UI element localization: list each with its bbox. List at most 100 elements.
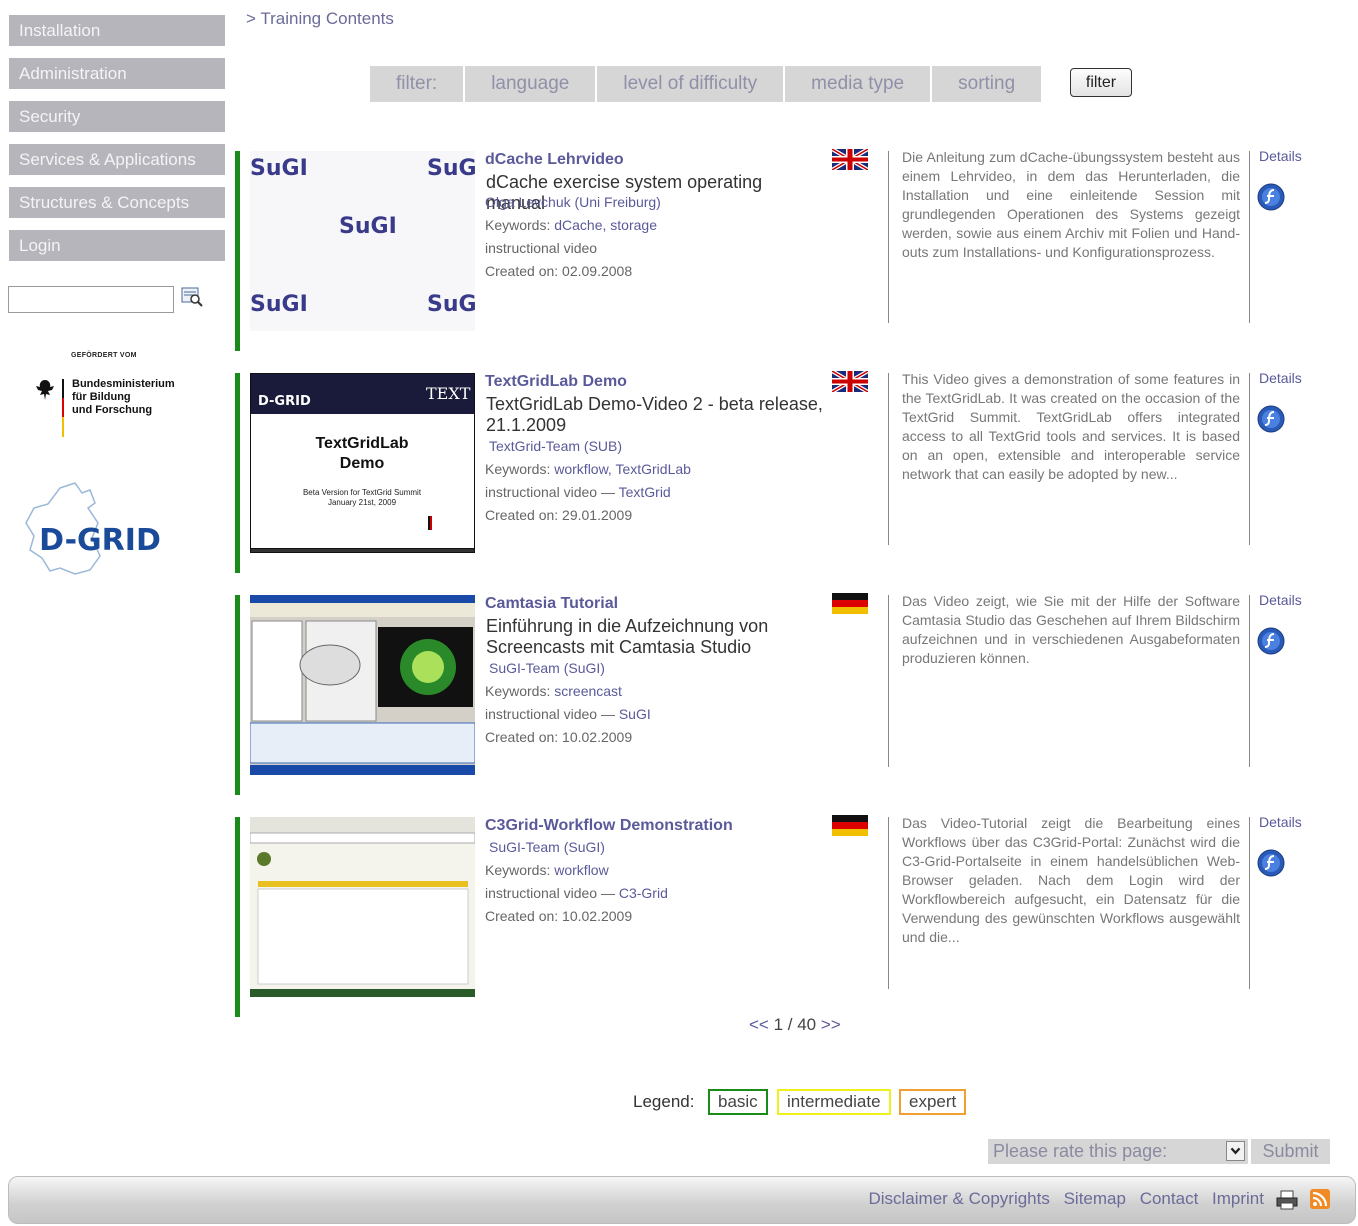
level-indicator [235,817,240,1017]
media-label: instructional video [485,240,598,256]
flash-video-icon[interactable] [1257,849,1285,877]
bmbf-name: Bundesministerium für Bildung und Forsch… [72,378,175,417]
footer-link-imprint[interactable]: Imprint [1212,1189,1264,1208]
svg-text:D-GRID: D-GRID [258,394,311,409]
entry-title[interactable]: dCache Lehrvideo [485,151,624,169]
keywords-link[interactable]: screencast [554,683,622,699]
list-item: D-GRID TEXT TextGridLab Demo Beta Versio… [235,370,1335,573]
bmbf-line1: Bundesministerium [72,378,175,390]
german-flag-icon [832,815,868,836]
entry-media-type: instructional video — SuGI [485,706,651,722]
entry-title[interactable]: Camtasia Tutorial [485,595,618,613]
print-icon[interactable] [1276,1190,1298,1210]
entry-author[interactable]: SuGI-Team (SuGI) [489,660,605,676]
filter-level-of-difficulty[interactable]: level of difficulty [597,66,786,102]
sidebar-item-installation[interactable]: Installation [9,15,225,46]
legend-basic: basic [708,1089,768,1115]
entry-title[interactable]: TextGridLab Demo [485,373,627,391]
rss-icon[interactable] [1310,1189,1330,1209]
flash-video-icon[interactable] [1257,183,1285,211]
submit-button[interactable]: Submit [1251,1139,1330,1164]
filter-language[interactable]: language [465,66,598,102]
media-label: instructional video [485,484,598,500]
entry-media-type: instructional video [485,240,597,256]
footer-link-contact[interactable]: Contact [1140,1189,1199,1208]
sidebar-item-services-applications[interactable]: Services & Applications [9,144,225,175]
media-label: instructional video [485,706,598,722]
divider [1249,373,1250,545]
entry-created: Created on: 10.02.2009 [485,729,633,745]
details-link[interactable]: Details [1259,592,1302,608]
svg-text:SuGI: SuGI [427,156,475,181]
details-link[interactable]: Details [1259,370,1302,386]
pager-prev[interactable]: << [749,1015,769,1034]
legend-expert: expert [899,1089,967,1115]
entry-subtitle: Einführung in die Aufzeichnung von Scree… [486,616,769,657]
keywords-label: Keywords: [485,217,551,233]
divider [1249,151,1250,323]
breadcrumb[interactable]: > Training Contents [246,9,394,29]
svg-text:D-GRID: D-GRID [39,523,161,558]
entry-media-type: instructional video — TextGrid [485,484,671,500]
entry-created: Created on: 02.09.2008 [485,263,633,279]
bmbf-line2: für Bildung [72,391,131,403]
entry-media-type: instructional video — C3-Grid [485,885,668,901]
sidebar-item-administration[interactable]: Administration [9,58,225,89]
sidebar-item-structures-concepts[interactable]: Structures & Concepts [9,187,225,218]
pager-next[interactable]: >> [821,1015,841,1034]
media-link[interactable]: SuGI [619,706,651,722]
entry-description: Das Video-Tutorial zeigt die Bearbeitung… [902,815,1240,945]
entry-description: Die Anleitung zum dCache-übungssystem be… [902,149,1240,260]
divider [888,817,889,989]
media-link[interactable]: TextGrid [619,484,671,500]
svg-text:TEXT: TEXT [426,384,471,403]
search-input[interactable] [8,286,174,313]
divider [888,151,889,323]
video-thumbnail[interactable] [250,595,475,775]
details-link[interactable]: Details [1259,814,1302,830]
svg-text:SuGI: SuGI [427,292,475,317]
level-indicator [235,373,240,573]
filter-media-type[interactable]: media type [785,66,933,102]
keywords-link[interactable]: dCache, storage [554,217,657,233]
video-thumbnail[interactable] [250,817,475,997]
pager-current: 1 / 40 [773,1015,817,1034]
video-thumbnail[interactable]: SuGI SuGI SuGI SuGI SuGI [250,151,475,331]
entry-author[interactable]: Olga Levchuk (Uni Freiburg) [485,194,661,210]
keywords-link[interactable]: workflow [554,862,608,878]
bmbf-line3: und Forschung [72,404,153,416]
media-link[interactable]: C3-Grid [619,885,668,901]
keywords-label: Keywords: [485,862,551,878]
dgrid-logo: D-GRID [25,482,161,575]
entry-author[interactable]: TextGrid-Team (SUB) [489,438,622,454]
chevron-down-icon[interactable] [1226,1141,1245,1161]
english-flag-icon [832,149,868,170]
rating-select[interactable]: Please rate this page: [988,1139,1248,1164]
entry-description: This Video gives a demonstration of some… [902,371,1240,482]
flash-video-icon[interactable] [1257,627,1285,655]
entry-keywords: Keywords: workflow, TextGridLab [485,461,691,477]
svg-text:TextGridLab: TextGridLab [315,435,408,452]
sidebar-item-login[interactable]: Login [9,230,225,261]
divider [888,373,889,545]
filter-label: filter: [370,66,466,102]
legend-intermediate: intermediate [777,1089,891,1115]
entry-title[interactable]: C3Grid-Workflow Demonstration [485,817,733,835]
keywords-link[interactable]: workflow, TextGridLab [554,461,691,477]
entry-keywords: Keywords: screencast [485,683,622,699]
german-flag-icon [832,593,868,614]
sponsor-heading: GEFÖRDERT VOM [71,352,137,359]
filter-button[interactable]: filter [1070,68,1132,97]
entry-created: Created on: 10.02.2009 [485,908,633,924]
footer-links: Disclaimer & Copyrights Sitemap Contact … [859,1189,1264,1209]
details-link[interactable]: Details [1259,148,1302,164]
flash-video-icon[interactable] [1257,405,1285,433]
footer-link-disclaimer[interactable]: Disclaimer & Copyrights [868,1189,1049,1208]
video-thumbnail[interactable]: D-GRID TEXT TextGridLab Demo Beta Versio… [250,373,475,553]
footer-link-sitemap[interactable]: Sitemap [1064,1189,1126,1208]
sidebar-item-security[interactable]: Security [9,101,225,132]
entry-author[interactable]: SuGI-Team (SuGI) [489,839,605,855]
list-item: C3Grid-Workflow Demonstration SuGI-Team … [235,814,1335,1017]
filter-sorting[interactable]: sorting [932,66,1044,102]
search-icon[interactable] [181,287,203,307]
